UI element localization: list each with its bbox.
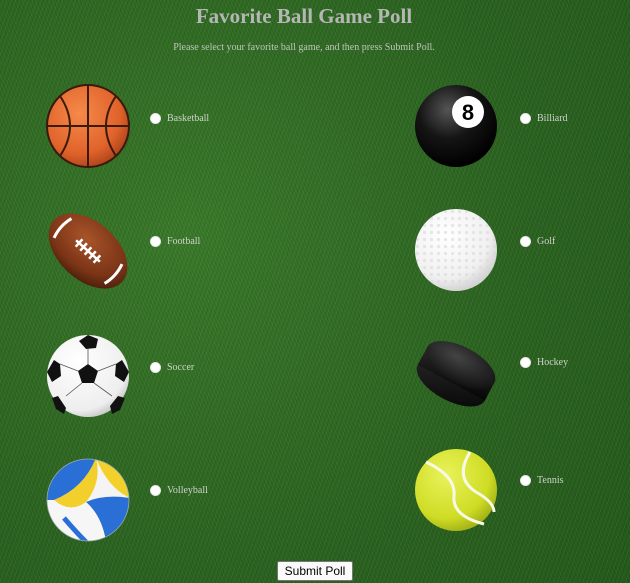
hockey-puck-icon [414,332,500,412]
page-title: Favorite Ball Game Poll [195,4,413,28]
option-label-tennis: Tennis [537,475,564,486]
option-label-billiard: Billiard [537,113,568,124]
option-label-volleyball: Volleyball [167,485,208,496]
radio-billiard[interactable] [520,113,531,124]
poll-option-billiard[interactable]: Billiard [520,113,568,124]
poll-option-soccer[interactable]: Soccer [150,362,194,373]
svg-text:8: 8 [462,100,474,125]
radio-volleyball[interactable] [150,485,161,496]
option-label-hockey: Hockey [537,357,569,368]
poll-option-basketball[interactable]: Basketball [150,113,209,124]
radio-football[interactable] [150,236,161,247]
poll-option-golf[interactable]: Golf [520,236,555,247]
basketball-icon [46,84,130,168]
radio-tennis[interactable] [520,475,531,486]
poll-option-football[interactable]: Football [150,236,200,247]
poll-option-volleyball[interactable]: Volleyball [150,485,208,496]
radio-hockey[interactable] [520,357,531,368]
poll-option-tennis[interactable]: Tennis [520,475,564,486]
option-label-golf: Golf [537,236,556,247]
poll-option-hockey[interactable]: Hockey [520,357,568,368]
poll-instructions: Please select your favorite ball game, a… [173,42,435,53]
soccer-ball-icon [46,334,130,418]
option-label-football: Football [167,236,201,247]
american-football-icon [46,208,130,294]
billiard-8-ball-icon: 8 [414,84,498,168]
radio-basketball[interactable] [150,113,161,124]
radio-golf[interactable] [520,236,531,247]
option-label-basketball: Basketball [167,113,210,124]
golf-ball-icon [414,208,498,292]
tennis-ball-icon [414,448,498,532]
volleyball-icon [46,458,130,542]
submit-poll-button[interactable]: Submit Poll [277,561,353,581]
radio-soccer[interactable] [150,362,161,373]
option-label-soccer: Soccer [167,362,195,373]
